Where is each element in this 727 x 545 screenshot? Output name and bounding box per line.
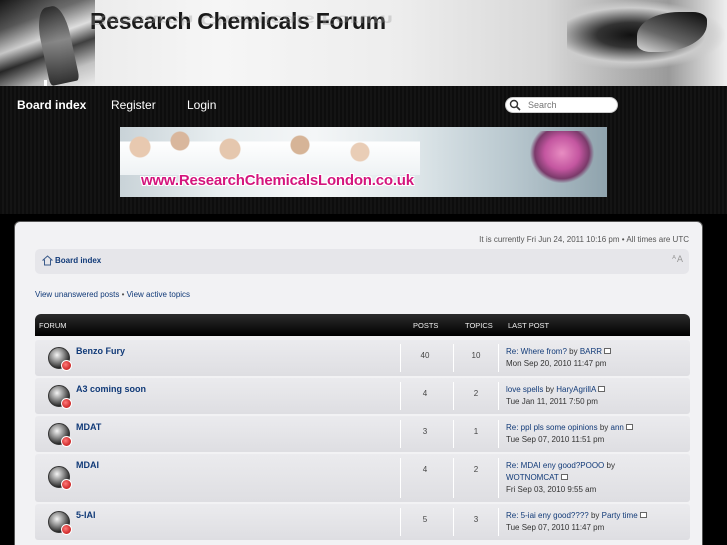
header-posts: POSTS <box>413 321 439 330</box>
last-post-by: by <box>588 511 602 520</box>
forum-link[interactable]: MDAT <box>76 422 101 432</box>
view-latest-post-icon[interactable] <box>639 512 647 518</box>
nav-board-index[interactable]: Board index <box>17 98 86 112</box>
last-post-author[interactable]: WOTNOMCAT <box>506 473 559 482</box>
topic-count: 1 <box>473 427 479 436</box>
header-forum: FORUM <box>39 321 67 330</box>
forum-link[interactable]: Benzo Fury <box>76 346 125 356</box>
header-art-right <box>567 0 727 70</box>
banner-image-flower <box>527 131 597 186</box>
last-post-title[interactable]: Re: ppl pls some opinions <box>506 423 598 432</box>
font-resize-icon[interactable]: ᴬ A <box>672 255 683 265</box>
banner-image-people <box>120 127 420 175</box>
last-post-by: by <box>597 423 611 432</box>
forum-read-icon <box>48 347 72 371</box>
last-post-title[interactable]: Re: 5-iai eny good???? <box>506 511 589 520</box>
last-post-date: Tue Sep 07, 2010 11:47 pm <box>506 523 605 532</box>
table-row: MDAI 4 2 Re: MDAI eny good?POOO by WOTNO… <box>35 454 690 502</box>
links-separator: • <box>119 290 127 299</box>
banner-url: www.ResearchChemicalsLondon.co.uk <box>141 172 414 189</box>
forum-table: FORUM POSTS TOPICS LAST POST Benzo Fury … <box>35 314 690 540</box>
last-post-date: Mon Sep 20, 2010 11:47 pm <box>506 359 607 368</box>
post-count: 40 <box>420 351 430 360</box>
last-post-by: by <box>543 385 557 394</box>
header-last-post: LAST POST <box>508 321 550 330</box>
nav-login[interactable]: Login <box>187 98 216 112</box>
forum-link[interactable]: MDAI <box>76 460 99 470</box>
search-links: View unanswered posts • View active topi… <box>35 290 190 299</box>
post-count: 5 <box>422 515 428 524</box>
header-art-left <box>0 0 95 86</box>
last-post-by: by <box>566 347 580 356</box>
last-post: Re: ppl pls some opinions by ann Tue Sep… <box>506 422 646 446</box>
site-header: Research Chemicals Forum Research Chemic… <box>0 0 727 86</box>
post-count: 3 <box>422 427 428 436</box>
last-post-title[interactable]: love spells <box>506 385 543 394</box>
topic-count: 3 <box>473 515 479 524</box>
topic-count: 2 <box>473 389 479 398</box>
last-post-title[interactable]: Re: MDAI eny good?POOO <box>506 461 604 470</box>
unanswered-posts-link[interactable]: View unanswered posts <box>35 290 119 299</box>
view-latest-post-icon[interactable] <box>625 424 633 430</box>
last-post-author[interactable]: Party time <box>602 511 638 520</box>
ad-banner[interactable]: www.ResearchChemicalsLondon.co.uk <box>120 127 607 197</box>
table-header: FORUM POSTS TOPICS LAST POST <box>35 314 690 336</box>
last-post-date: Fri Sep 03, 2010 9:55 am <box>506 485 597 494</box>
last-post-author[interactable]: ann <box>611 423 624 432</box>
nav-register[interactable]: Register <box>111 98 156 112</box>
last-post-by: by <box>604 461 615 470</box>
forum-link[interactable]: A3 coming soon <box>76 384 146 394</box>
header-topics: TOPICS <box>465 321 493 330</box>
table-row: Benzo Fury 40 10 Re: Where from? by BARR… <box>35 340 690 376</box>
search-icon[interactable] <box>509 99 521 111</box>
table-row: 5-IAI 5 3 Re: 5-iai eny good???? by Part… <box>35 504 690 540</box>
breadcrumb: Board index ᴬ A <box>35 249 689 274</box>
current-time: It is currently Fri Jun 24, 2011 10:16 p… <box>479 235 689 244</box>
table-row: MDAT 3 1 Re: ppl pls some opinions by an… <box>35 416 690 452</box>
active-topics-link[interactable]: View active topics <box>127 290 190 299</box>
topic-count: 2 <box>473 465 479 474</box>
view-latest-post-icon[interactable] <box>560 474 568 480</box>
home-icon <box>42 255 53 266</box>
last-post-title[interactable]: Re: Where from? <box>506 347 567 356</box>
main-panel: It is currently Fri Jun 24, 2011 10:16 p… <box>14 221 703 545</box>
last-post: love spells by HaryAgrillA Tue Jan 11, 2… <box>506 384 646 408</box>
nav-bar: Board index Register Login www.ResearchC… <box>0 86 727 214</box>
forum-read-icon <box>48 511 72 535</box>
forum-read-icon <box>48 466 72 490</box>
view-latest-post-icon[interactable] <box>598 386 606 392</box>
last-post: Re: 5-iai eny good???? by Party time Tue… <box>506 510 666 534</box>
last-post: Re: Where from? by BARR Mon Sep 20, 2010… <box>506 346 646 370</box>
forum-read-icon <box>48 423 72 447</box>
breadcrumb-board-index[interactable]: Board index <box>55 256 101 265</box>
last-post-date: Tue Sep 07, 2010 11:51 pm <box>506 435 605 444</box>
table-row: A3 coming soon 4 2 love spells by HaryAg… <box>35 378 690 414</box>
last-post: Re: MDAI eny good?POOO by WOTNOMCAT Fri … <box>506 460 624 496</box>
search-input[interactable] <box>528 99 614 111</box>
last-post-date: Tue Jan 11, 2011 7:50 pm <box>506 397 598 406</box>
post-count: 4 <box>422 465 428 474</box>
post-count: 4 <box>422 389 428 398</box>
view-latest-post-icon[interactable] <box>604 348 612 354</box>
last-post-author[interactable]: BARR <box>580 347 602 356</box>
site-title-reflection: Research Chemicals Forum <box>90 12 393 28</box>
search-box <box>505 97 618 113</box>
topic-count: 10 <box>471 351 481 360</box>
forum-read-icon <box>48 385 72 409</box>
forum-link[interactable]: 5-IAI <box>76 510 96 520</box>
last-post-author[interactable]: HaryAgrillA <box>556 385 596 394</box>
